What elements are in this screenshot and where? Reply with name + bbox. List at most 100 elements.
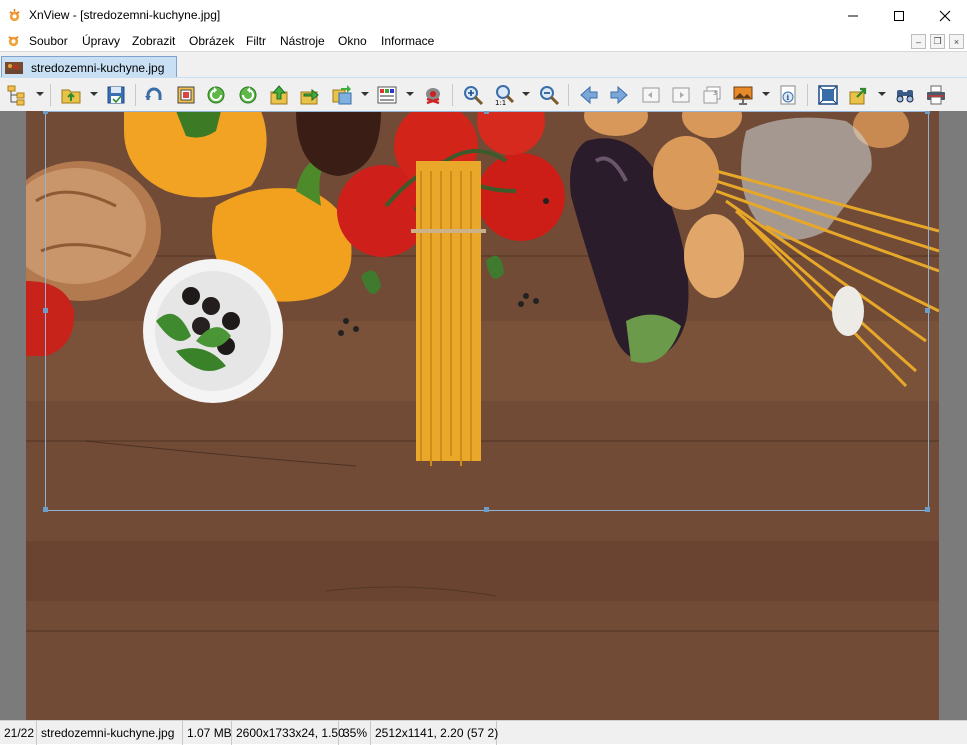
move-up-icon bbox=[270, 85, 288, 105]
selection-handle[interactable] bbox=[43, 111, 48, 114]
close-button[interactable] bbox=[922, 0, 967, 31]
print-icon bbox=[927, 85, 945, 105]
toolbar-separator bbox=[568, 84, 569, 106]
multipage-icon: 3 bbox=[703, 86, 721, 104]
zoom-in-button[interactable] bbox=[460, 82, 486, 108]
rotate-left-icon bbox=[207, 86, 225, 104]
slideshow-button[interactable] bbox=[730, 82, 756, 108]
xnview-menu-icon[interactable] bbox=[6, 33, 21, 48]
status-filename: stredozemni-kuchyne.jpg bbox=[37, 721, 183, 745]
next-icon bbox=[610, 85, 628, 105]
title-bar: XnView - [stredozemni-kuchyne.jpg] bbox=[0, 0, 967, 31]
save-button[interactable] bbox=[103, 82, 129, 108]
color-adjust-dropdown[interactable] bbox=[406, 92, 414, 96]
selection-handle[interactable] bbox=[484, 507, 489, 512]
selection-handle[interactable] bbox=[484, 111, 489, 114]
status-dimensions: 2600x1733x24, 1.50 bbox=[232, 721, 345, 745]
crop-icon bbox=[177, 86, 195, 104]
status-bar: 21/22 stredozemni-kuchyne.jpg 1.07 MB 26… bbox=[0, 720, 967, 745]
maximize-button[interactable] bbox=[876, 0, 922, 31]
zoom-dropdown[interactable] bbox=[522, 92, 530, 96]
undo-button[interactable] bbox=[142, 82, 168, 108]
minimize-icon bbox=[848, 15, 858, 16]
menu-filtr[interactable]: Filtr bbox=[246, 34, 266, 48]
menu-obrazek[interactable]: Obrázek bbox=[189, 34, 234, 48]
red-eye-button[interactable] bbox=[420, 82, 446, 108]
mdi-restore-button[interactable]: ❐ bbox=[930, 34, 945, 49]
first-page-button[interactable] bbox=[638, 82, 664, 108]
selection-handle[interactable] bbox=[925, 111, 930, 114]
open-dropdown[interactable] bbox=[90, 92, 98, 96]
xnview-logo-icon bbox=[9, 8, 20, 22]
menu-informace[interactable]: Informace bbox=[381, 34, 434, 48]
zoom-out-button[interactable] bbox=[536, 82, 562, 108]
browser-button[interactable] bbox=[4, 82, 30, 108]
color-adjust-icon bbox=[377, 86, 397, 104]
export-button[interactable] bbox=[296, 82, 322, 108]
fullscreen-button[interactable] bbox=[815, 82, 841, 108]
slideshow-icon bbox=[733, 86, 753, 105]
status-selection: 2512x1141, 2.20 (57 2) bbox=[371, 721, 498, 745]
selection-handle[interactable] bbox=[925, 308, 930, 313]
print-button[interactable] bbox=[923, 82, 949, 108]
toolbar-separator bbox=[452, 84, 453, 106]
menu-zobrazit[interactable]: Zobrazit bbox=[132, 34, 175, 48]
menu-soubor[interactable]: Soubor bbox=[29, 34, 68, 48]
previous-image-button[interactable] bbox=[576, 82, 602, 108]
open-button[interactable] bbox=[58, 82, 84, 108]
rotate-left-button[interactable] bbox=[203, 82, 229, 108]
svg-text:1:1: 1:1 bbox=[495, 99, 506, 106]
toolbar: 1:1 3 i bbox=[0, 77, 967, 111]
zoom-1-1-icon: 1:1 bbox=[495, 85, 515, 106]
mdi-minimize-button[interactable]: – bbox=[911, 34, 926, 49]
capture-button[interactable] bbox=[846, 82, 872, 108]
selection-handle[interactable] bbox=[43, 507, 48, 512]
zoom-actual-button[interactable]: 1:1 bbox=[492, 82, 518, 108]
maximize-icon bbox=[894, 10, 904, 21]
image-canvas[interactable] bbox=[26, 111, 939, 720]
previous-icon bbox=[580, 85, 598, 105]
minimize-button[interactable] bbox=[830, 0, 876, 31]
share-icon bbox=[849, 87, 867, 105]
svg-text:3: 3 bbox=[713, 90, 717, 97]
mdi-close-button[interactable]: × bbox=[949, 34, 964, 49]
capture-dropdown[interactable] bbox=[878, 92, 886, 96]
next-page-button[interactable] bbox=[668, 82, 694, 108]
svg-text:i: i bbox=[787, 93, 790, 102]
image-viewer[interactable] bbox=[0, 111, 967, 720]
close-icon bbox=[939, 10, 951, 21]
menu-upravy[interactable]: Úpravy bbox=[82, 34, 120, 48]
status-filesize: 1.07 MB bbox=[183, 721, 232, 745]
crop-button[interactable] bbox=[173, 82, 199, 108]
browser-tree-icon bbox=[7, 85, 25, 106]
tab-label: stredozemni-kuchyne.jpg bbox=[31, 60, 165, 75]
selection-handle[interactable] bbox=[925, 507, 930, 512]
slideshow-dropdown[interactable] bbox=[762, 92, 770, 96]
color-adjust-button[interactable] bbox=[374, 82, 400, 108]
next-image-button[interactable] bbox=[606, 82, 632, 108]
red-eye-icon bbox=[426, 88, 440, 105]
selection-rectangle[interactable] bbox=[43, 111, 930, 512]
menu-bar: Soubor Úpravy Zobrazit Obrázek Filtr Nás… bbox=[0, 31, 967, 51]
toolbar-separator bbox=[807, 84, 808, 106]
window-title: XnView - [stredozemni-kuchyne.jpg] bbox=[29, 8, 221, 22]
browser-dropdown[interactable] bbox=[36, 92, 44, 96]
file-info-button[interactable]: i bbox=[775, 82, 801, 108]
menu-nastroje[interactable]: Nástroje bbox=[280, 34, 325, 48]
tab-stredozemni-kuchyne[interactable]: stredozemni-kuchyne.jpg bbox=[1, 56, 177, 78]
next-page-icon bbox=[672, 87, 690, 103]
multipage-button[interactable]: 3 bbox=[699, 82, 725, 108]
selection-handle[interactable] bbox=[43, 308, 48, 313]
rotate-right-button[interactable] bbox=[235, 82, 261, 108]
find-button[interactable] bbox=[892, 82, 918, 108]
batch-convert-icon bbox=[332, 85, 352, 105]
batch-convert-button[interactable] bbox=[329, 82, 355, 108]
image-thumbnail-icon bbox=[5, 61, 23, 74]
status-image-index: 21/22 bbox=[0, 721, 37, 745]
move-button[interactable] bbox=[266, 82, 292, 108]
info-icon: i bbox=[780, 85, 796, 105]
menu-okno[interactable]: Okno bbox=[338, 34, 367, 48]
batch-convert-dropdown[interactable] bbox=[361, 92, 369, 96]
zoom-out-icon bbox=[540, 86, 560, 106]
open-folder-icon bbox=[61, 89, 81, 104]
